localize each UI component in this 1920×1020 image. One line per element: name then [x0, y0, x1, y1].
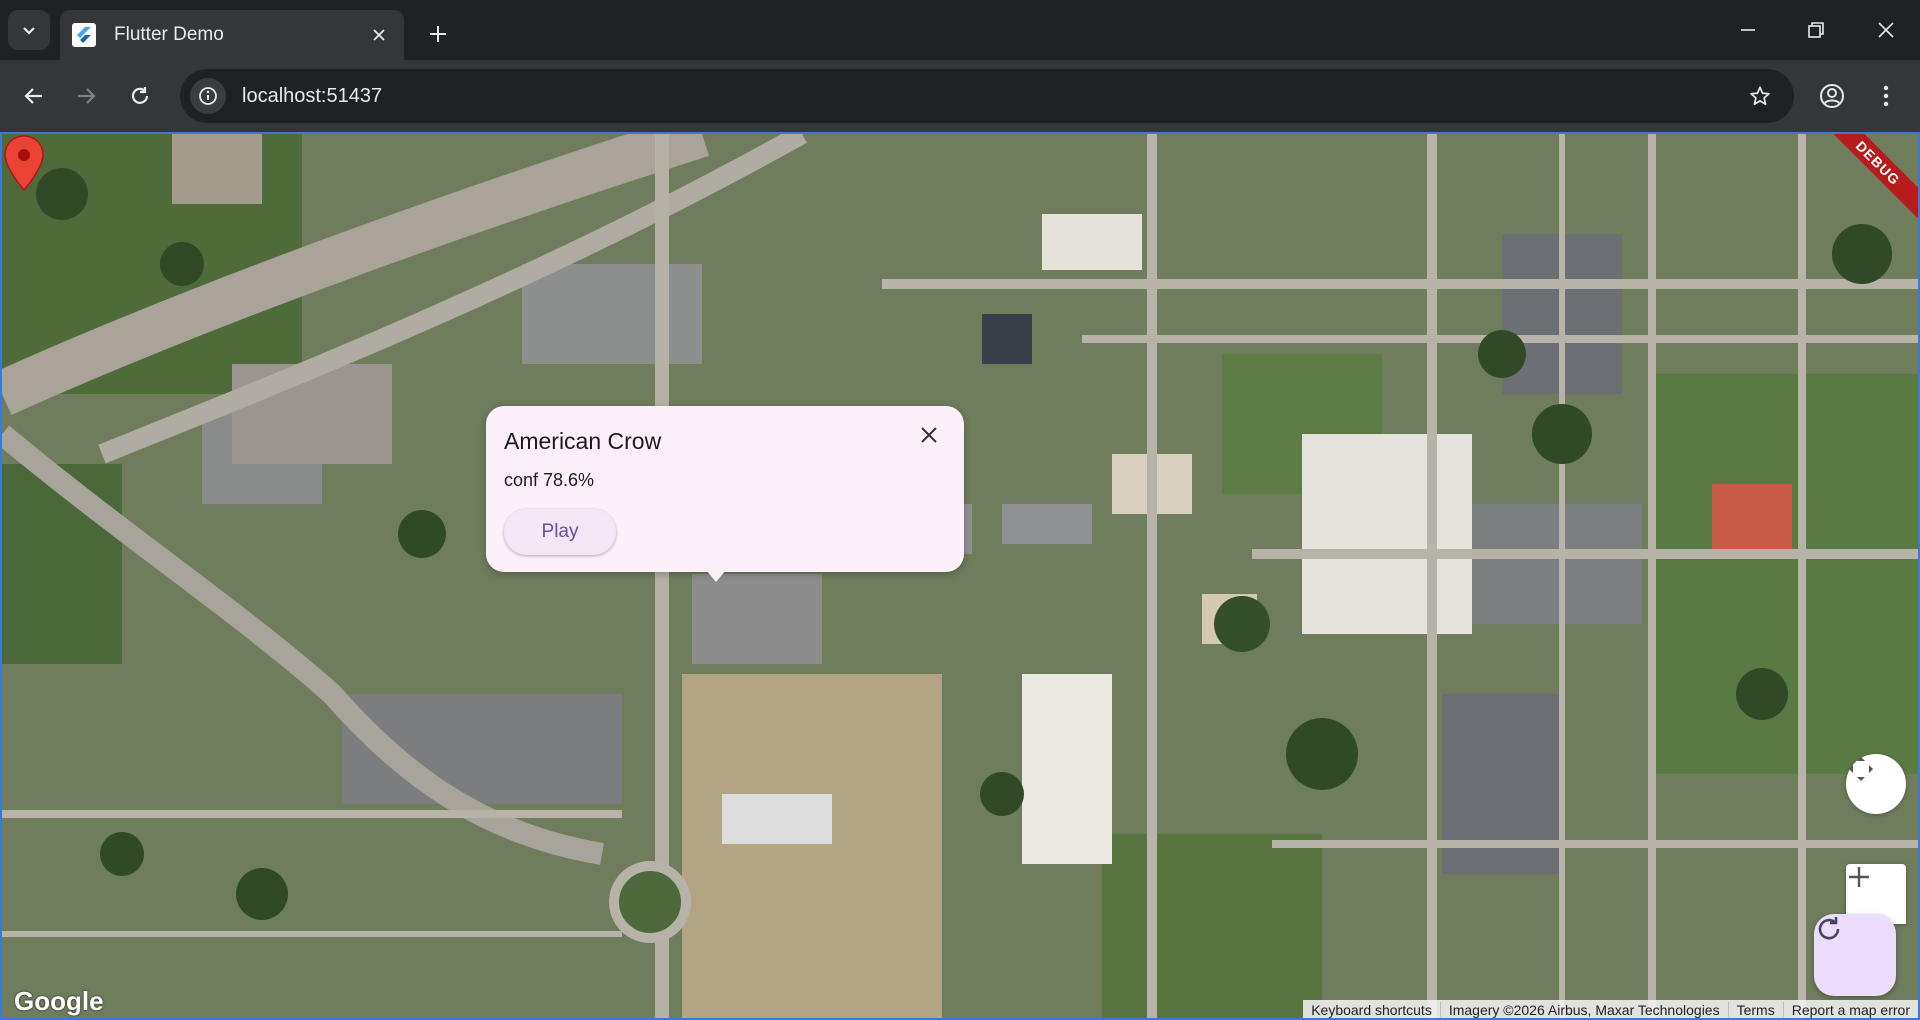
- terms-link[interactable]: Terms: [1727, 1002, 1783, 1018]
- tab-search-button[interactable]: [8, 10, 50, 50]
- fullscreen-icon: [1849, 757, 1873, 781]
- confidence-text: conf 78.6%: [504, 470, 595, 490]
- map-attribution: Keyboard shortcuts Imagery ©2026 Airbus,…: [1303, 1000, 1918, 1018]
- plus-icon: [430, 26, 446, 42]
- browser-tab[interactable]: Flutter Demo: [60, 10, 404, 60]
- star-icon: [1750, 86, 1770, 106]
- minimize-button[interactable]: [1720, 8, 1776, 52]
- info-window-tail: [706, 570, 726, 582]
- close-window-button[interactable]: [1858, 8, 1914, 52]
- info-icon: [199, 87, 217, 105]
- imagery-credit: Imagery ©2026 Airbus, Maxar Technologies: [1439, 1002, 1728, 1018]
- reload-button[interactable]: [118, 74, 162, 118]
- close-icon: [921, 427, 937, 443]
- forward-button[interactable]: [64, 74, 108, 118]
- arrow-left-icon: [24, 88, 42, 104]
- profile-button[interactable]: [1810, 74, 1854, 118]
- species-name: American Crow: [504, 428, 662, 454]
- minimize-icon: [1741, 29, 1755, 31]
- close-icon: [1878, 22, 1894, 38]
- kebab-menu-icon: [1883, 85, 1889, 107]
- chevron-down-icon: [23, 27, 35, 35]
- browser-menu-button[interactable]: [1864, 74, 1908, 118]
- url-text[interactable]: localhost:51437: [242, 85, 1740, 108]
- account-icon: [1820, 84, 1844, 108]
- google-logo: Google: [14, 986, 104, 1016]
- site-info-button[interactable]: [190, 78, 226, 114]
- play-button[interactable]: Play: [504, 509, 616, 555]
- address-bar[interactable]: localhost:51437: [180, 69, 1794, 123]
- back-button[interactable]: [12, 74, 56, 118]
- tab-close-button[interactable]: [366, 22, 392, 48]
- map-pin-icon[interactable]: [2, 134, 46, 192]
- refresh-icon: [1818, 917, 1840, 940]
- tab-strip: Flutter Demo: [0, 0, 1920, 60]
- report-error-link[interactable]: Report a map error: [1782, 1002, 1918, 1018]
- satellite-imagery: [2, 134, 1918, 1018]
- bookmark-button[interactable]: [1740, 76, 1780, 116]
- arrow-right-icon: [78, 88, 96, 104]
- refresh-fab[interactable]: [1814, 914, 1896, 996]
- new-tab-button[interactable]: [418, 14, 458, 54]
- close-icon: [373, 29, 385, 41]
- plus-icon: [1849, 867, 1869, 887]
- keyboard-shortcuts-link[interactable]: Keyboard shortcuts: [1303, 1002, 1440, 1018]
- restore-icon: [1808, 22, 1824, 38]
- browser-toolbar: localhost:51437: [0, 60, 1920, 132]
- flutter-icon: [72, 23, 96, 47]
- tab-title: Flutter Demo: [114, 24, 224, 45]
- flutter-app: DEBUG American Crow conf 78.6% Play Goog…: [0, 132, 1920, 1020]
- marker-info-window: American Crow conf 78.6% Play: [486, 406, 964, 582]
- reload-icon: [131, 87, 149, 104]
- fullscreen-button[interactable]: [1846, 754, 1906, 814]
- satellite-map[interactable]: DEBUG American Crow conf 78.6% Play Goog…: [2, 134, 1918, 1018]
- restore-button[interactable]: [1788, 8, 1844, 52]
- info-window-close-button[interactable]: [920, 426, 946, 452]
